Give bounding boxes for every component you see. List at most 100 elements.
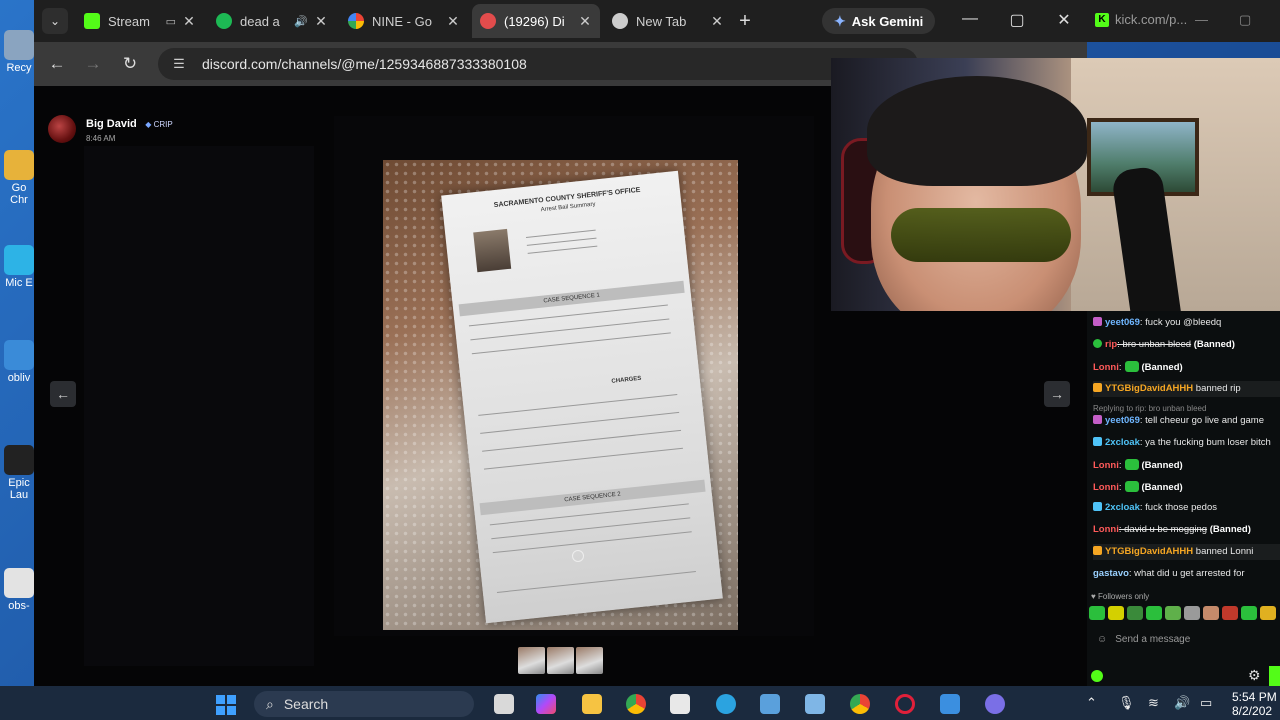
- emote-icon[interactable]: [1108, 606, 1124, 620]
- drop-icon: ◆: [145, 120, 152, 129]
- thumbnail[interactable]: [576, 647, 603, 674]
- tab-google[interactable]: NINE - Go ✕: [340, 4, 468, 38]
- tab-discord[interactable]: (19296) Di ✕: [472, 4, 600, 38]
- sub-badge-icon: [1093, 415, 1102, 424]
- emoji-icon[interactable]: ☺: [1097, 634, 1107, 645]
- background-tab[interactable]: K kick.com/p...: [1095, 12, 1187, 27]
- chrome-icon[interactable]: [626, 694, 646, 714]
- emote-icon: [1124, 459, 1139, 470]
- thumbnail[interactable]: [518, 647, 545, 674]
- address-bar[interactable]: ☰ discord.com/channels/@me/1259346887333…: [158, 48, 918, 80]
- app-icon[interactable]: [805, 694, 825, 714]
- chat-message: Lonni: (Banned): [1093, 481, 1183, 493]
- emote-icon: [1124, 481, 1139, 492]
- followers-only-notice: ♥ Followers only: [1091, 592, 1150, 601]
- close-icon[interactable]: ✕: [314, 13, 328, 30]
- chat-input[interactable]: ☺ Send a message: [1089, 630, 1278, 654]
- close-window-icon[interactable]: ✕: [1052, 10, 1076, 30]
- next-image-button[interactable]: →: [1044, 381, 1070, 407]
- reload-icon[interactable]: ↻: [119, 54, 141, 74]
- microphone-icon[interactable]: 🎙: [1118, 695, 1135, 711]
- message-time: 8:46 AM: [86, 134, 116, 143]
- wifi-icon[interactable]: ≋: [1148, 695, 1159, 711]
- back-icon[interactable]: ←: [46, 54, 68, 74]
- send-button[interactable]: [1269, 666, 1280, 686]
- emote-icon[interactable]: [1165, 606, 1181, 620]
- copilot-icon[interactable]: [536, 694, 556, 714]
- tab-new-tab[interactable]: New Tab ✕: [604, 4, 732, 38]
- chat-message: rip: bro unban bleed (Banned): [1093, 339, 1280, 351]
- maximize-icon[interactable]: ▢: [1239, 12, 1251, 28]
- system-clock[interactable]: 5:54 PM 8/2/202: [1232, 690, 1277, 718]
- dimmed-sidebar: [84, 146, 314, 666]
- search-icon: ⌕: [266, 695, 274, 712]
- new-tab-button[interactable]: +: [734, 10, 756, 33]
- previous-image-button[interactable]: ←: [50, 381, 76, 407]
- mod-action: YTGBigDavidAHHH banned rip: [1093, 381, 1280, 397]
- role-tag: ◆ CRIP: [145, 120, 173, 129]
- battery-icon[interactable]: ▭: [1200, 695, 1212, 711]
- tab-stream[interactable]: Stream ▭ ✕: [76, 4, 204, 38]
- thumbnail[interactable]: [547, 647, 574, 674]
- app-icon[interactable]: [940, 694, 960, 714]
- emote-icon[interactable]: [1089, 606, 1105, 620]
- mod-action: YTGBigDavidAHHH banned Lonni: [1093, 544, 1280, 560]
- kick-logo-icon: [1091, 670, 1103, 682]
- emote-icon[interactable]: [1241, 606, 1257, 620]
- store-icon[interactable]: [670, 694, 690, 714]
- close-icon[interactable]: ✕: [182, 13, 196, 30]
- mod-badge-icon: [1093, 383, 1102, 392]
- gear-icon[interactable]: ⚙: [1248, 667, 1261, 684]
- start-button[interactable]: [216, 695, 236, 715]
- emote-icon[interactable]: [1146, 606, 1162, 620]
- task-view-icon[interactable]: [494, 694, 514, 714]
- epic-games-shortcut-icon[interactable]: Epic Lau: [2, 445, 36, 501]
- attachment-image[interactable]: SACRAMENTO COUNTY SHERIFF'S OFFICE Arres…: [383, 160, 738, 630]
- webcam-feed: [831, 58, 1280, 311]
- obs-shortcut-icon[interactable]: obs-: [2, 568, 36, 612]
- edge-icon[interactable]: [716, 694, 736, 714]
- chat-message: Lonni: (Banned): [1093, 361, 1183, 373]
- emote-icon[interactable]: [1260, 606, 1276, 620]
- ask-gemini-button[interactable]: ✦ Ask Gemini: [822, 8, 936, 34]
- volume-icon[interactable]: 🔊: [1174, 695, 1190, 711]
- tab-search-button[interactable]: ⌄: [42, 8, 68, 34]
- site-info-icon[interactable]: ☰: [170, 56, 188, 72]
- app-icon[interactable]: [985, 694, 1005, 714]
- minimize-icon[interactable]: —: [1195, 12, 1208, 27]
- minimize-icon[interactable]: —: [958, 10, 982, 28]
- kick-icon: [84, 13, 100, 29]
- kick-icon: K: [1095, 12, 1109, 27]
- close-icon[interactable]: ✕: [710, 13, 724, 30]
- maximize-icon[interactable]: ▢: [1005, 10, 1029, 30]
- emote-icon[interactable]: [1127, 606, 1143, 620]
- author-name[interactable]: Big David: [86, 118, 137, 130]
- chevron-up-icon[interactable]: ⌃: [1086, 695, 1097, 711]
- emote-icon[interactable]: [1222, 606, 1238, 620]
- close-icon[interactable]: ✕: [578, 13, 592, 30]
- arrow-right-icon: →: [1050, 386, 1064, 402]
- forward-icon[interactable]: →: [82, 54, 104, 74]
- emote-icon[interactable]: [1203, 606, 1219, 620]
- photos-icon[interactable]: [760, 694, 780, 714]
- emote-icon: [1124, 361, 1139, 372]
- taskbar-search[interactable]: ⌕ Search: [254, 691, 474, 717]
- recycle-bin-icon[interactable]: Recy: [2, 30, 36, 74]
- emote-bar: [1087, 606, 1280, 622]
- chrome-shortcut-icon[interactable]: Go Chr: [2, 150, 36, 206]
- arrow-left-icon: ←: [56, 386, 70, 402]
- background-browser-window[interactable]: K kick.com/p... — ▢: [1087, 0, 1280, 42]
- edge-shortcut-icon[interactable]: Mic E: [2, 245, 36, 289]
- oblivion-shortcut-icon[interactable]: obliv: [2, 340, 36, 384]
- chrome-profile-icon[interactable]: [850, 694, 870, 714]
- emote-icon[interactable]: [1184, 606, 1200, 620]
- google-icon: [348, 13, 364, 29]
- spotify-icon: [216, 13, 232, 29]
- file-explorer-icon[interactable]: [582, 694, 602, 714]
- tab-spotify[interactable]: dead a 🔊 ✕: [208, 4, 336, 38]
- opera-icon[interactable]: [895, 694, 915, 714]
- avatar[interactable]: [48, 114, 76, 143]
- sub-badge-icon: [1093, 317, 1102, 326]
- close-icon[interactable]: ✕: [446, 13, 460, 30]
- gemini-spark-icon: ✦: [834, 12, 846, 29]
